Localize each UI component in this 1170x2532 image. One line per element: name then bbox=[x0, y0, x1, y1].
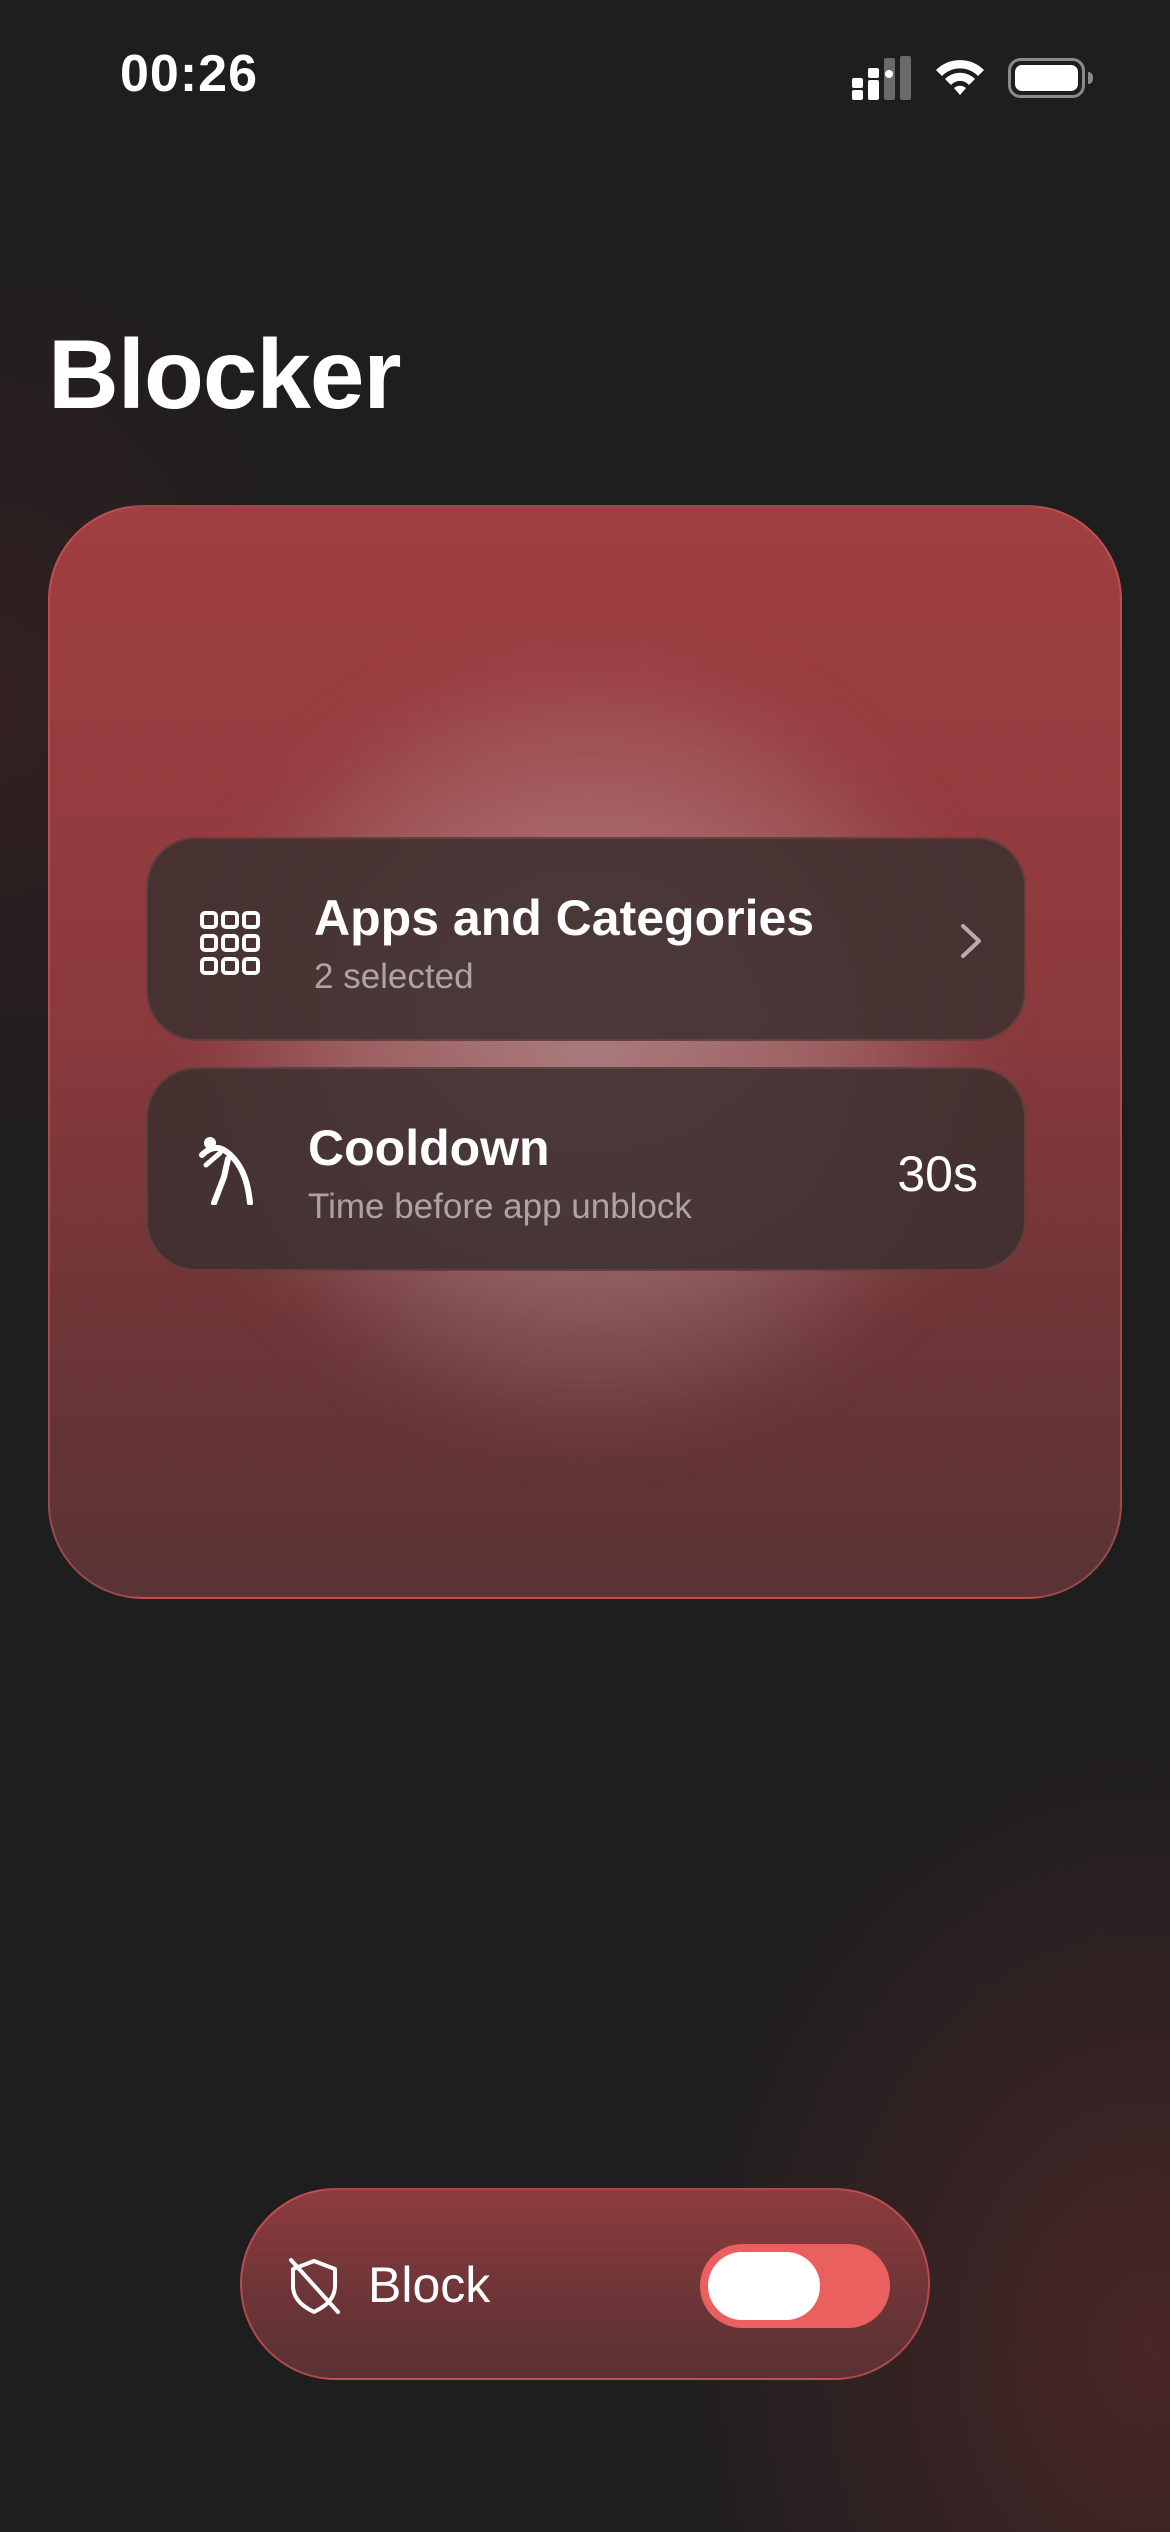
cellular-signal-icon bbox=[852, 56, 911, 100]
battery-icon bbox=[1008, 58, 1093, 98]
chevron-right-icon bbox=[961, 924, 981, 958]
toggle-knob[interactable] bbox=[708, 2252, 820, 2320]
cooldown-row-title: Cooldown bbox=[308, 1120, 550, 1176]
wifi-icon bbox=[936, 60, 984, 95]
stretching-figure-icon bbox=[199, 1137, 253, 1205]
apps-and-categories-row[interactable]: Apps and Categories 2 selected bbox=[146, 837, 1026, 1041]
settings-card: Apps and Categories 2 selected Cooldown … bbox=[48, 505, 1122, 1599]
status-bar: 00:26 bbox=[0, 0, 1170, 150]
card-glow bbox=[180, 637, 1000, 1457]
cooldown-row-subtitle: Time before app unblock bbox=[308, 1187, 692, 1226]
cooldown-row[interactable]: Cooldown Time before app unblock 30s bbox=[146, 1067, 1026, 1271]
block-label: Block bbox=[368, 2257, 491, 2313]
block-toggle[interactable] bbox=[700, 2244, 890, 2328]
cooldown-value: 30s bbox=[897, 1146, 978, 1202]
block-control: Block bbox=[240, 2188, 930, 2380]
page-title: Blocker bbox=[48, 319, 402, 429]
app-grid-icon bbox=[200, 911, 260, 975]
apps-row-subtitle: 2 selected bbox=[314, 957, 474, 996]
apps-row-title: Apps and Categories bbox=[314, 890, 815, 946]
shield-slash-icon bbox=[289, 2258, 340, 2314]
status-time: 00:26 bbox=[120, 45, 258, 103]
